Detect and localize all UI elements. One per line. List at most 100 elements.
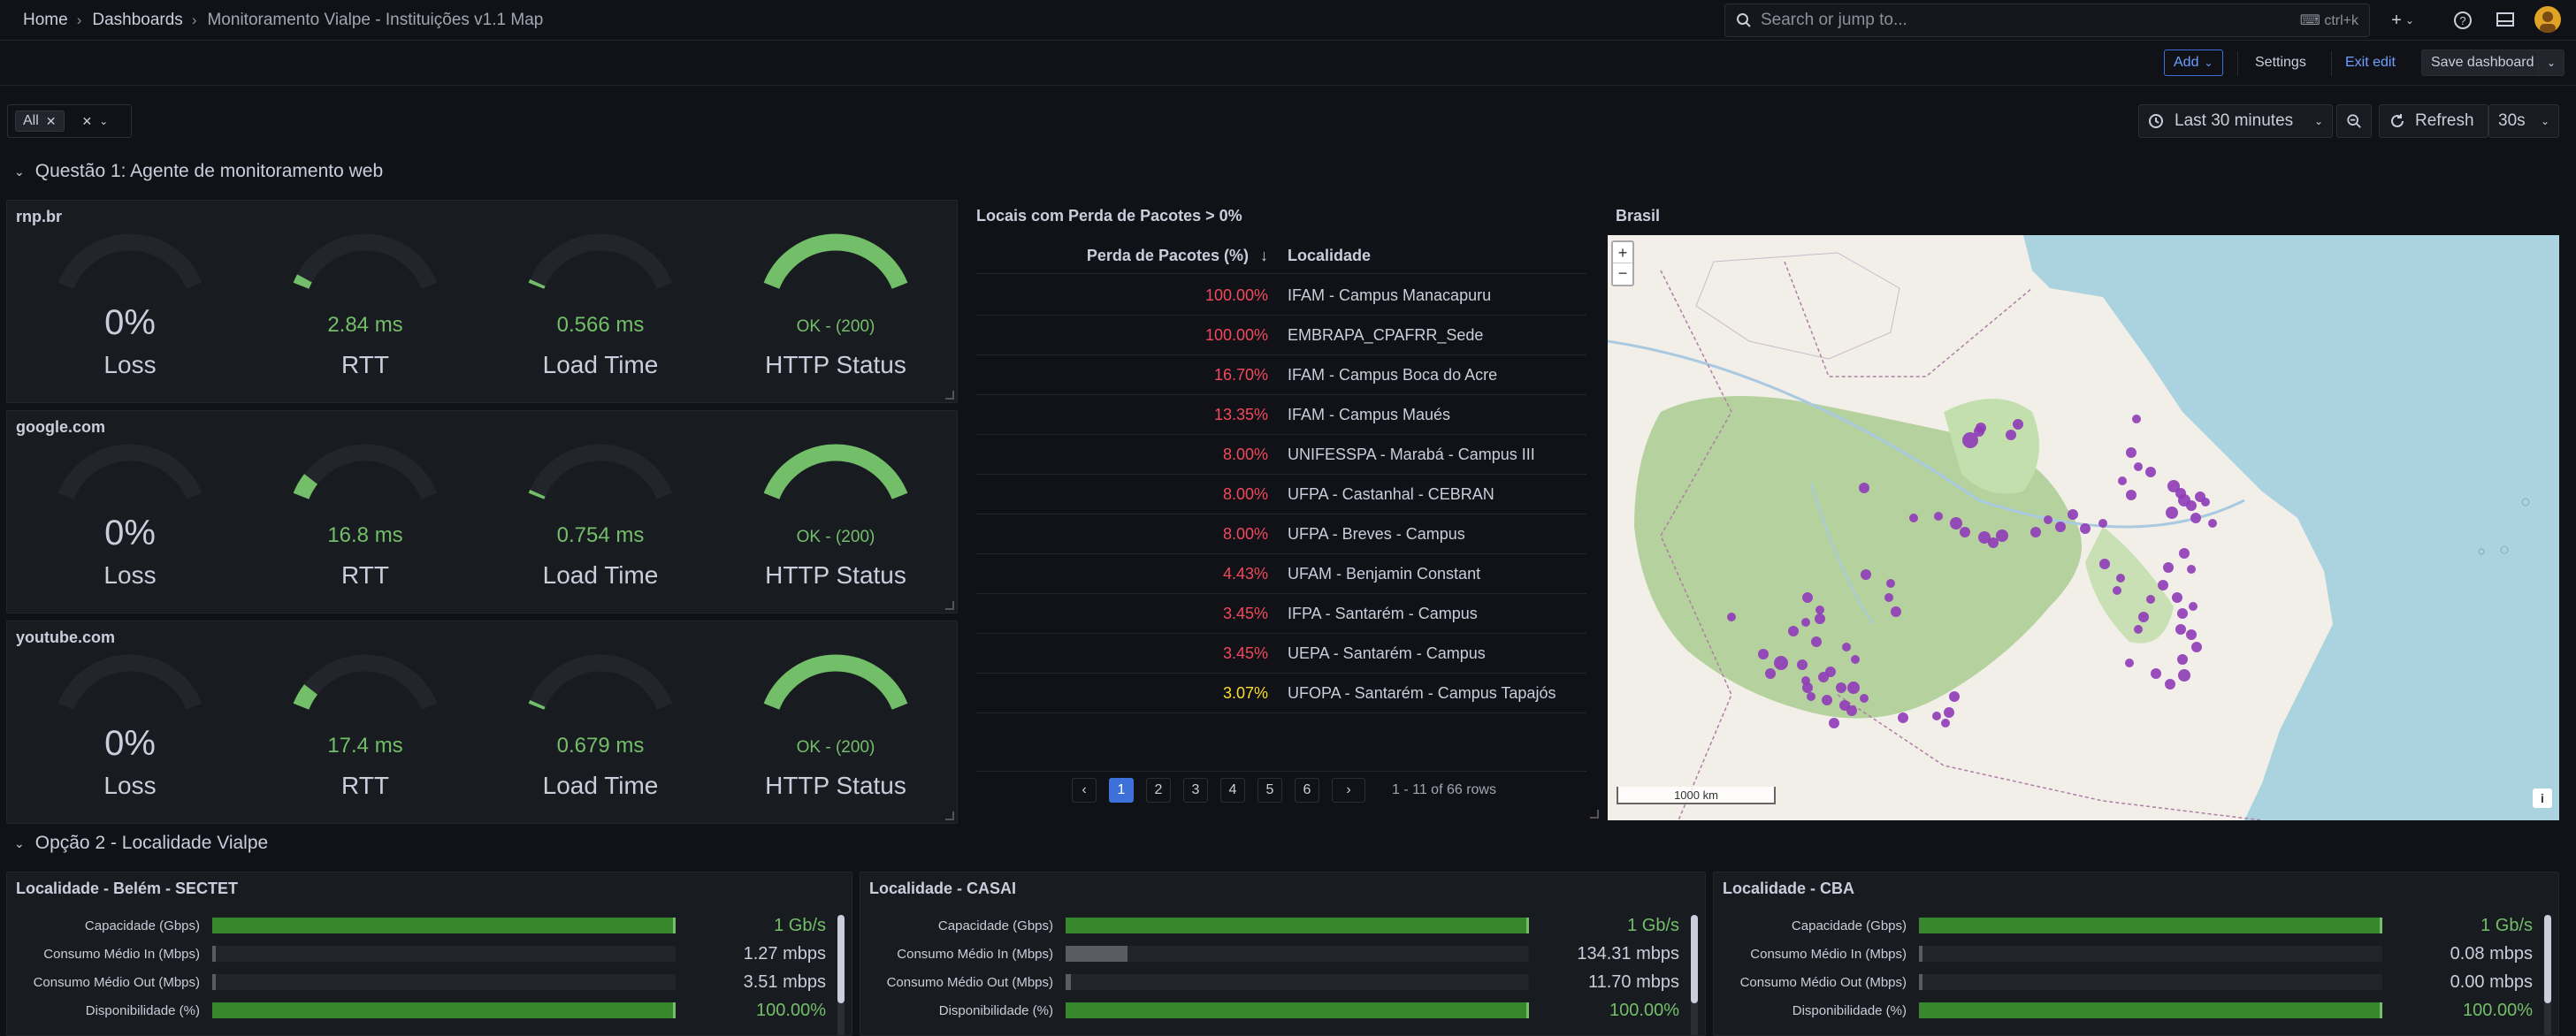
location-marker[interactable] xyxy=(1802,682,1813,693)
refresh-button[interactable]: Refresh xyxy=(2379,104,2488,138)
location-marker[interactable] xyxy=(1860,694,1869,703)
add-button[interactable]: Add ⌄ xyxy=(2164,50,2223,76)
refresh-interval-picker[interactable]: 30s ⌄ xyxy=(2488,104,2559,138)
table-row[interactable]: 8.00% UFPA - Breves - Campus xyxy=(976,514,1586,554)
table-row[interactable]: 3.07% UFOPA - Santarém - Campus Tapajós xyxy=(976,674,1586,713)
page-button[interactable]: 3 xyxy=(1183,778,1208,803)
table-row[interactable]: 3.45% IFPA - Santarém - Campus xyxy=(976,594,1586,634)
location-marker[interactable] xyxy=(2189,602,2198,611)
location-marker[interactable] xyxy=(2165,679,2175,689)
location-marker[interactable] xyxy=(2118,476,2127,485)
clear-icon[interactable]: ✕ xyxy=(82,114,93,129)
close-icon[interactable]: ✕ xyxy=(46,114,57,129)
location-marker[interactable] xyxy=(2132,415,2141,423)
location-marker[interactable] xyxy=(1765,668,1776,679)
prev-page-button[interactable]: ‹ xyxy=(1072,778,1097,803)
location-marker[interactable] xyxy=(1846,705,1857,716)
location-marker[interactable] xyxy=(1815,613,1825,624)
location-marker[interactable] xyxy=(2166,507,2178,519)
location-marker[interactable] xyxy=(1909,514,1918,522)
location-marker[interactable] xyxy=(1944,707,1954,718)
location-marker[interactable] xyxy=(2044,515,2052,524)
location-marker[interactable] xyxy=(2098,519,2107,528)
location-marker[interactable] xyxy=(1836,682,1846,693)
location-marker[interactable] xyxy=(2055,522,2066,532)
location-marker[interactable] xyxy=(1797,659,1808,670)
location-marker[interactable] xyxy=(1801,618,1810,627)
avatar[interactable] xyxy=(2534,6,2561,33)
filter-tag[interactable]: All ✕ xyxy=(15,110,65,132)
table-row[interactable]: 13.35% IFAM - Campus Maués xyxy=(976,395,1586,435)
time-range-picker[interactable]: Last 30 minutes ⌄ xyxy=(2138,104,2333,138)
location-marker[interactable] xyxy=(2201,498,2210,507)
save-dashboard-button[interactable]: Save dashboard xyxy=(2421,50,2545,76)
location-marker[interactable] xyxy=(2134,462,2143,471)
location-marker[interactable] xyxy=(1825,667,1836,677)
row-header-2[interactable]: ⌄ Opção 2 - Localidade Vialpe xyxy=(14,833,268,854)
location-marker[interactable] xyxy=(1886,579,1895,588)
location-marker[interactable] xyxy=(2208,519,2217,528)
page-button[interactable]: 1 xyxy=(1109,778,1134,803)
resize-handle[interactable] xyxy=(1590,810,1599,819)
location-marker[interactable] xyxy=(2191,642,2202,652)
zoom-out-time-button[interactable] xyxy=(2336,104,2372,138)
location-marker[interactable] xyxy=(2172,592,2182,603)
location-marker[interactable] xyxy=(2080,523,2091,534)
breadcrumb-dashboards[interactable]: Dashboards xyxy=(92,11,182,30)
location-marker[interactable] xyxy=(2175,624,2186,635)
location-marker[interactable] xyxy=(2138,612,2149,622)
location-marker[interactable] xyxy=(1802,592,1813,603)
table-row[interactable]: 100.00% EMBRAPA_CPAFRR_Sede xyxy=(976,316,1586,355)
scrollbar-thumb[interactable] xyxy=(2544,915,2551,1003)
location-marker[interactable] xyxy=(2178,669,2190,682)
location-marker[interactable] xyxy=(2134,625,2143,634)
save-options-button[interactable]: ⌄ xyxy=(2538,50,2565,76)
table-row[interactable]: 100.00% IFAM - Campus Manacapuru xyxy=(976,276,1586,316)
zoom-out-button[interactable]: − xyxy=(1613,263,1632,285)
location-marker[interactable] xyxy=(1727,613,1736,621)
table-row[interactable]: 3.45% UEPA - Santarém - Campus xyxy=(976,634,1586,674)
location-marker[interactable] xyxy=(2186,500,2197,511)
location-marker[interactable] xyxy=(1934,512,1943,521)
column-header-location[interactable]: Localidade xyxy=(1277,247,1371,265)
location-marker[interactable] xyxy=(2013,419,2023,430)
zoom-in-button[interactable]: + xyxy=(1613,242,1632,263)
location-marker[interactable] xyxy=(1859,483,1869,493)
location-marker[interactable] xyxy=(2006,430,2016,440)
location-marker[interactable] xyxy=(1949,691,1960,702)
location-marker[interactable] xyxy=(2113,586,2121,595)
page-button[interactable]: 4 xyxy=(1220,778,1245,803)
location-marker[interactable] xyxy=(1842,643,1851,651)
table-row[interactable]: 8.00% UNIFESSPA - Marabá - Campus III xyxy=(976,435,1586,475)
scrollbar[interactable] xyxy=(1691,915,1698,1035)
location-marker[interactable] xyxy=(1815,606,1824,614)
table-row[interactable]: 4.43% UFAM - Benjamin Constant xyxy=(976,554,1586,594)
info-button[interactable]: i xyxy=(2533,788,2552,808)
location-marker[interactable] xyxy=(1758,649,1769,659)
table-row[interactable]: 16.70% IFAM - Campus Boca do Acre xyxy=(976,355,1586,395)
location-marker[interactable] xyxy=(1941,719,1950,727)
location-marker[interactable] xyxy=(1978,531,1991,544)
location-marker[interactable] xyxy=(1829,718,1839,728)
location-marker[interactable] xyxy=(2190,513,2201,523)
chevron-down-icon[interactable]: ⌄ xyxy=(99,115,108,127)
variable-filter[interactable]: All ✕ ✕ ⌄ xyxy=(7,104,132,138)
news-button[interactable] xyxy=(2492,7,2519,34)
location-marker[interactable] xyxy=(1788,626,1799,636)
location-marker[interactable] xyxy=(2177,654,2188,665)
location-marker[interactable] xyxy=(1851,655,1860,664)
location-marker[interactable] xyxy=(1974,426,1984,437)
location-marker[interactable] xyxy=(1807,692,1815,701)
row-header-1[interactable]: ⌄ Questão 1: Agente de monitoramento web xyxy=(14,161,383,182)
new-menu-button[interactable]: + ⌄ xyxy=(2384,7,2421,34)
location-marker[interactable] xyxy=(2145,467,2156,477)
breadcrumb-home[interactable]: Home xyxy=(23,11,68,30)
location-marker[interactable] xyxy=(2116,574,2125,583)
location-marker[interactable] xyxy=(2126,490,2136,500)
next-page-button[interactable]: › xyxy=(1332,778,1365,803)
map-view[interactable]: + − 1000 km i xyxy=(1608,235,2559,820)
location-marker[interactable] xyxy=(2068,509,2078,520)
settings-button[interactable]: Settings xyxy=(2246,50,2315,76)
location-marker[interactable] xyxy=(2030,527,2041,537)
location-marker[interactable] xyxy=(1884,593,1893,602)
